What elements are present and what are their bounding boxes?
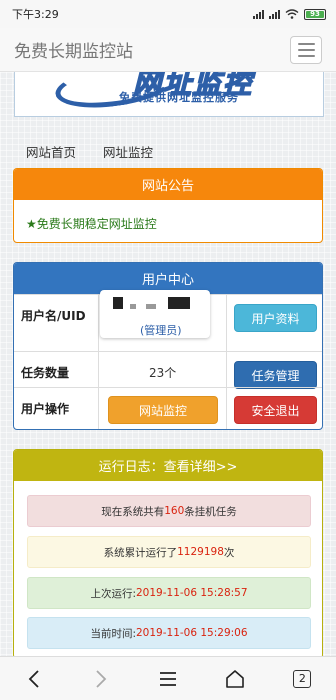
nav-link-monitor[interactable]: 网址监控 xyxy=(103,142,153,161)
top-navbar: 免费长期监控站 xyxy=(0,28,336,72)
role-label: (管理员) xyxy=(140,324,182,337)
site-name[interactable]: 免费长期监控站 xyxy=(14,37,133,62)
notice-title: 网站公告 xyxy=(14,169,322,200)
uid-label: 用户名/UID xyxy=(21,309,86,323)
log-item-runs: 系统累计运行了 1129198 次 xyxy=(27,536,311,568)
uid-popup: (管理员) xyxy=(100,290,210,338)
site-banner: 网址监控 免费提供网址监控服务 xyxy=(14,72,324,117)
menu-icon[interactable] xyxy=(153,664,183,694)
task-manage-button[interactable]: 任务管理 xyxy=(234,361,317,389)
log-item-current-time: 当前时间: 2019-11-06 15:29:06 xyxy=(27,617,311,649)
user-ops-label: 用户操作 xyxy=(21,402,70,416)
tab-count: 2 xyxy=(293,669,312,688)
forward-icon[interactable] xyxy=(86,664,116,694)
notice-content: ★免费长期稳定网址监控 xyxy=(26,217,157,231)
user-center-panel: 用户中心 用户名/UID 用户资料 任务数量 23个 任务管理 用户操作 网站监… xyxy=(13,262,323,430)
breadcrumb: 网站首页 网址监控 xyxy=(26,142,153,161)
redacted-block xyxy=(146,304,156,309)
profile-button[interactable]: 用户资料 xyxy=(234,304,317,332)
browser-bottom-nav: 2 xyxy=(0,656,336,700)
log-item-last-run: 上次运行: 2019-11-06 15:28:57 xyxy=(27,577,311,609)
run-log-panel: 运行日志：查看详细>> 现在系统共有 160 条挂机任务 系统累计运行了 112919… xyxy=(13,449,323,659)
battery-level: 93 xyxy=(310,9,320,18)
notice-panel: 网站公告 ★免费长期稳定网址监控 xyxy=(13,168,323,243)
task-count-label: 任务数量 xyxy=(21,366,70,380)
status-time: 下午3:29 xyxy=(12,8,59,21)
tabs-button[interactable]: 2 xyxy=(287,664,317,694)
back-icon[interactable] xyxy=(19,664,49,694)
redacted-block xyxy=(168,297,190,309)
hamburger-icon[interactable] xyxy=(290,35,322,64)
status-icons: 93 xyxy=(253,8,326,20)
nav-link-home[interactable]: 网站首页 xyxy=(26,142,76,161)
task-count-value: 23个 xyxy=(149,366,177,380)
run-log-title[interactable]: 运行日志：查看详细>> xyxy=(14,450,322,481)
user-ops-row: 用户操作 网站监控 安全退出 xyxy=(14,387,322,429)
signal-icon xyxy=(253,9,264,19)
log-item-tasks: 现在系统共有 160 条挂机任务 xyxy=(27,495,311,527)
battery-icon: 93 xyxy=(304,8,326,20)
logout-button[interactable]: 安全退出 xyxy=(234,396,317,424)
redacted-block xyxy=(113,297,123,309)
logo-subtitle: 免费提供网址监控服务 xyxy=(119,91,239,104)
wifi-icon xyxy=(285,9,299,19)
site-monitor-button[interactable]: 网站监控 xyxy=(108,396,218,424)
signal-icon-2 xyxy=(269,9,280,19)
home-icon[interactable] xyxy=(220,664,250,694)
status-bar: 下午3:29 93 xyxy=(0,0,336,28)
redacted-block xyxy=(130,304,136,309)
